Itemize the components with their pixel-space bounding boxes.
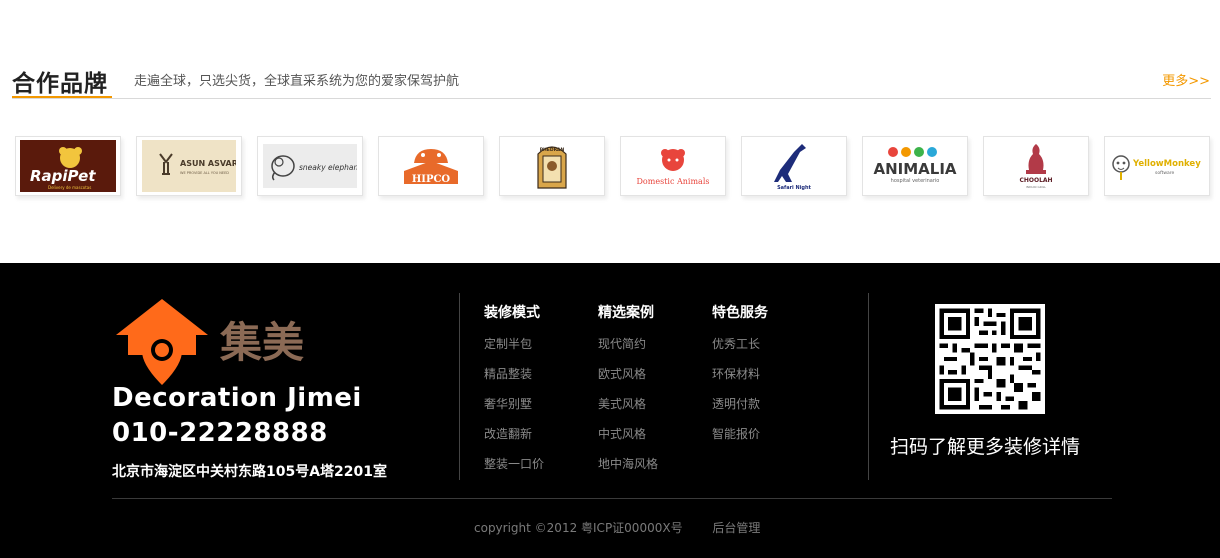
partner-logo-animalia[interactable]: ANIMALIA hospital veterinario <box>862 136 968 196</box>
sneaky-elephant-logo: sneaky elephant <box>263 144 357 188</box>
brand-phone: 010-22228888 <box>112 418 328 448</box>
partner-logo-sneaky-elephant[interactable]: sneaky elephant <box>257 136 363 196</box>
partner-logo-asun-asvar[interactable]: ASUN ASVAR WE PROVIDE ALL YOU NEED <box>136 136 242 196</box>
svg-text:集美: 集美 <box>219 318 304 367</box>
svg-text:HIPCO: HIPCO <box>412 174 451 185</box>
svg-text:WE PROVIDE ALL YOU NEED: WE PROVIDE ALL YOU NEED <box>180 171 229 175</box>
svg-text:Domestic Animals: Domestic Animals <box>637 177 710 186</box>
footer-vertical-divider <box>868 293 869 480</box>
footer-link[interactable]: 中式风格 <box>598 426 658 456</box>
footer-vertical-divider <box>459 293 460 480</box>
svg-text:RapiPet: RapiPet <box>30 167 96 185</box>
brand-name: Decoration Jimei <box>112 383 362 413</box>
svg-text:Safari Night: Safari Night <box>777 185 811 191</box>
qr-caption: 扫码了解更多装修详情 <box>890 436 1081 458</box>
svg-text:Delivery de mascotas: Delivery de mascotas <box>48 185 91 190</box>
safari-night-logo: Safari Night <box>774 144 812 191</box>
partner-logo-phedran[interactable]: PHEDRAN <box>499 136 605 196</box>
copyright-text: copyright ©2012 粤ICP证00000X号 <box>474 521 683 535</box>
brand-address: 北京市海淀区中关村东路105号A塔2201室 <box>112 464 388 480</box>
column-title: 装修模式 <box>484 305 540 321</box>
footer-link[interactable]: 改造翻新 <box>484 426 544 456</box>
svg-text:PHEDRAN: PHEDRAN <box>540 147 565 153</box>
footer-link[interactable]: 整装一口价 <box>484 456 544 486</box>
house-location-logo-icon: 集美 <box>116 299 304 385</box>
footer-link[interactable]: 环保材料 <box>712 366 768 396</box>
domestic-animals-logo: Domestic Animals <box>637 149 710 186</box>
rapipet-logo: RapiPet Delivery de mascotas <box>20 140 116 192</box>
partner-logo-row: RapiPet Delivery de mascotas ASUN ASVAR … <box>15 136 1215 196</box>
footer-horizontal-divider <box>112 498 1112 499</box>
footer-link[interactable]: 美式风格 <box>598 396 658 426</box>
choolah-logo: CHOOLAH INDIAN GRILL <box>1019 144 1053 189</box>
footer-link[interactable]: 定制半包 <box>484 336 544 366</box>
footer-link[interactable]: 优秀工长 <box>712 336 768 366</box>
svg-text:hospital veterinario: hospital veterinario <box>891 178 940 184</box>
partner-logo-rapipet[interactable]: RapiPet Delivery de mascotas <box>15 136 121 196</box>
partner-brands-section: 合作品牌 走遍全球，只选尖货，全球直采系统为您的爱家保驾护航 更多>> Rapi… <box>0 0 1220 263</box>
column-title: 精选案例 <box>598 305 654 321</box>
section-subtitle: 走遍全球，只选尖货，全球直采系统为您的爱家保驾护航 <box>134 74 460 89</box>
copyright-bar: copyright ©2012 粤ICP证00000X号 后台管理 <box>474 519 760 536</box>
footer-column-featured-services: 特色服务 优秀工长 环保材料 透明付款 智能报价 <box>712 302 768 456</box>
partner-logo-choolah[interactable]: CHOOLAH INDIAN GRILL <box>983 136 1089 196</box>
footer-link[interactable]: 现代简约 <box>598 336 658 366</box>
more-link[interactable]: 更多>> <box>1162 70 1210 89</box>
site-footer: 集美 Decoration Jimei 010-22228888 北京市海淀区中… <box>0 263 1220 558</box>
footer-column-selected-cases: 精选案例 现代简约 欧式风格 美式风格 中式风格 地中海风格 <box>598 302 658 486</box>
svg-text:ASUN ASVAR: ASUN ASVAR <box>180 159 236 168</box>
svg-text:sneaky elephant: sneaky elephant <box>299 163 357 172</box>
phedran-logo: PHEDRAN <box>537 146 567 189</box>
svg-text:CHOOLAH: CHOOLAH <box>1019 177 1052 184</box>
footer-link[interactable]: 透明付款 <box>712 396 768 426</box>
asun-asvar-logo: ASUN ASVAR WE PROVIDE ALL YOU NEED <box>142 140 236 192</box>
svg-text:software: software <box>1155 170 1175 176</box>
section-title: 合作品牌 <box>12 71 108 97</box>
footer-link[interactable]: 智能报价 <box>712 426 768 456</box>
partner-logo-yellowmonkey[interactable]: YellowMonkey software <box>1104 136 1210 196</box>
footer-link[interactable]: 奢华别墅 <box>484 396 544 426</box>
column-title: 特色服务 <box>712 305 768 321</box>
admin-link[interactable]: 后台管理 <box>712 521 760 535</box>
partner-logo-hipco[interactable]: HIPCO <box>378 136 484 196</box>
svg-text:INDIAN GRILL: INDIAN GRILL <box>1026 185 1047 189</box>
yellowmonkey-logo: YellowMonkey software <box>1112 155 1201 180</box>
svg-text:YellowMonkey: YellowMonkey <box>1132 159 1201 169</box>
footer-link[interactable]: 精品整装 <box>484 366 544 396</box>
section-divider <box>12 98 1211 99</box>
animalia-logo: ANIMALIA hospital veterinario <box>873 147 957 184</box>
footer-link[interactable]: 地中海风格 <box>598 456 658 486</box>
hipco-logo: HIPCO <box>404 149 458 185</box>
qr-code-icon <box>935 304 1045 414</box>
partner-logo-domestic-animals[interactable]: Domestic Animals <box>620 136 726 196</box>
qr-code <box>935 304 1045 414</box>
svg-text:ANIMALIA: ANIMALIA <box>873 160 956 178</box>
footer-link[interactable]: 欧式风格 <box>598 366 658 396</box>
footer-column-decoration-modes: 装修模式 定制半包 精品整装 奢华别墅 改造翻新 整装一口价 <box>484 302 544 486</box>
partner-logo-safari-night[interactable]: Safari Night <box>741 136 847 196</box>
